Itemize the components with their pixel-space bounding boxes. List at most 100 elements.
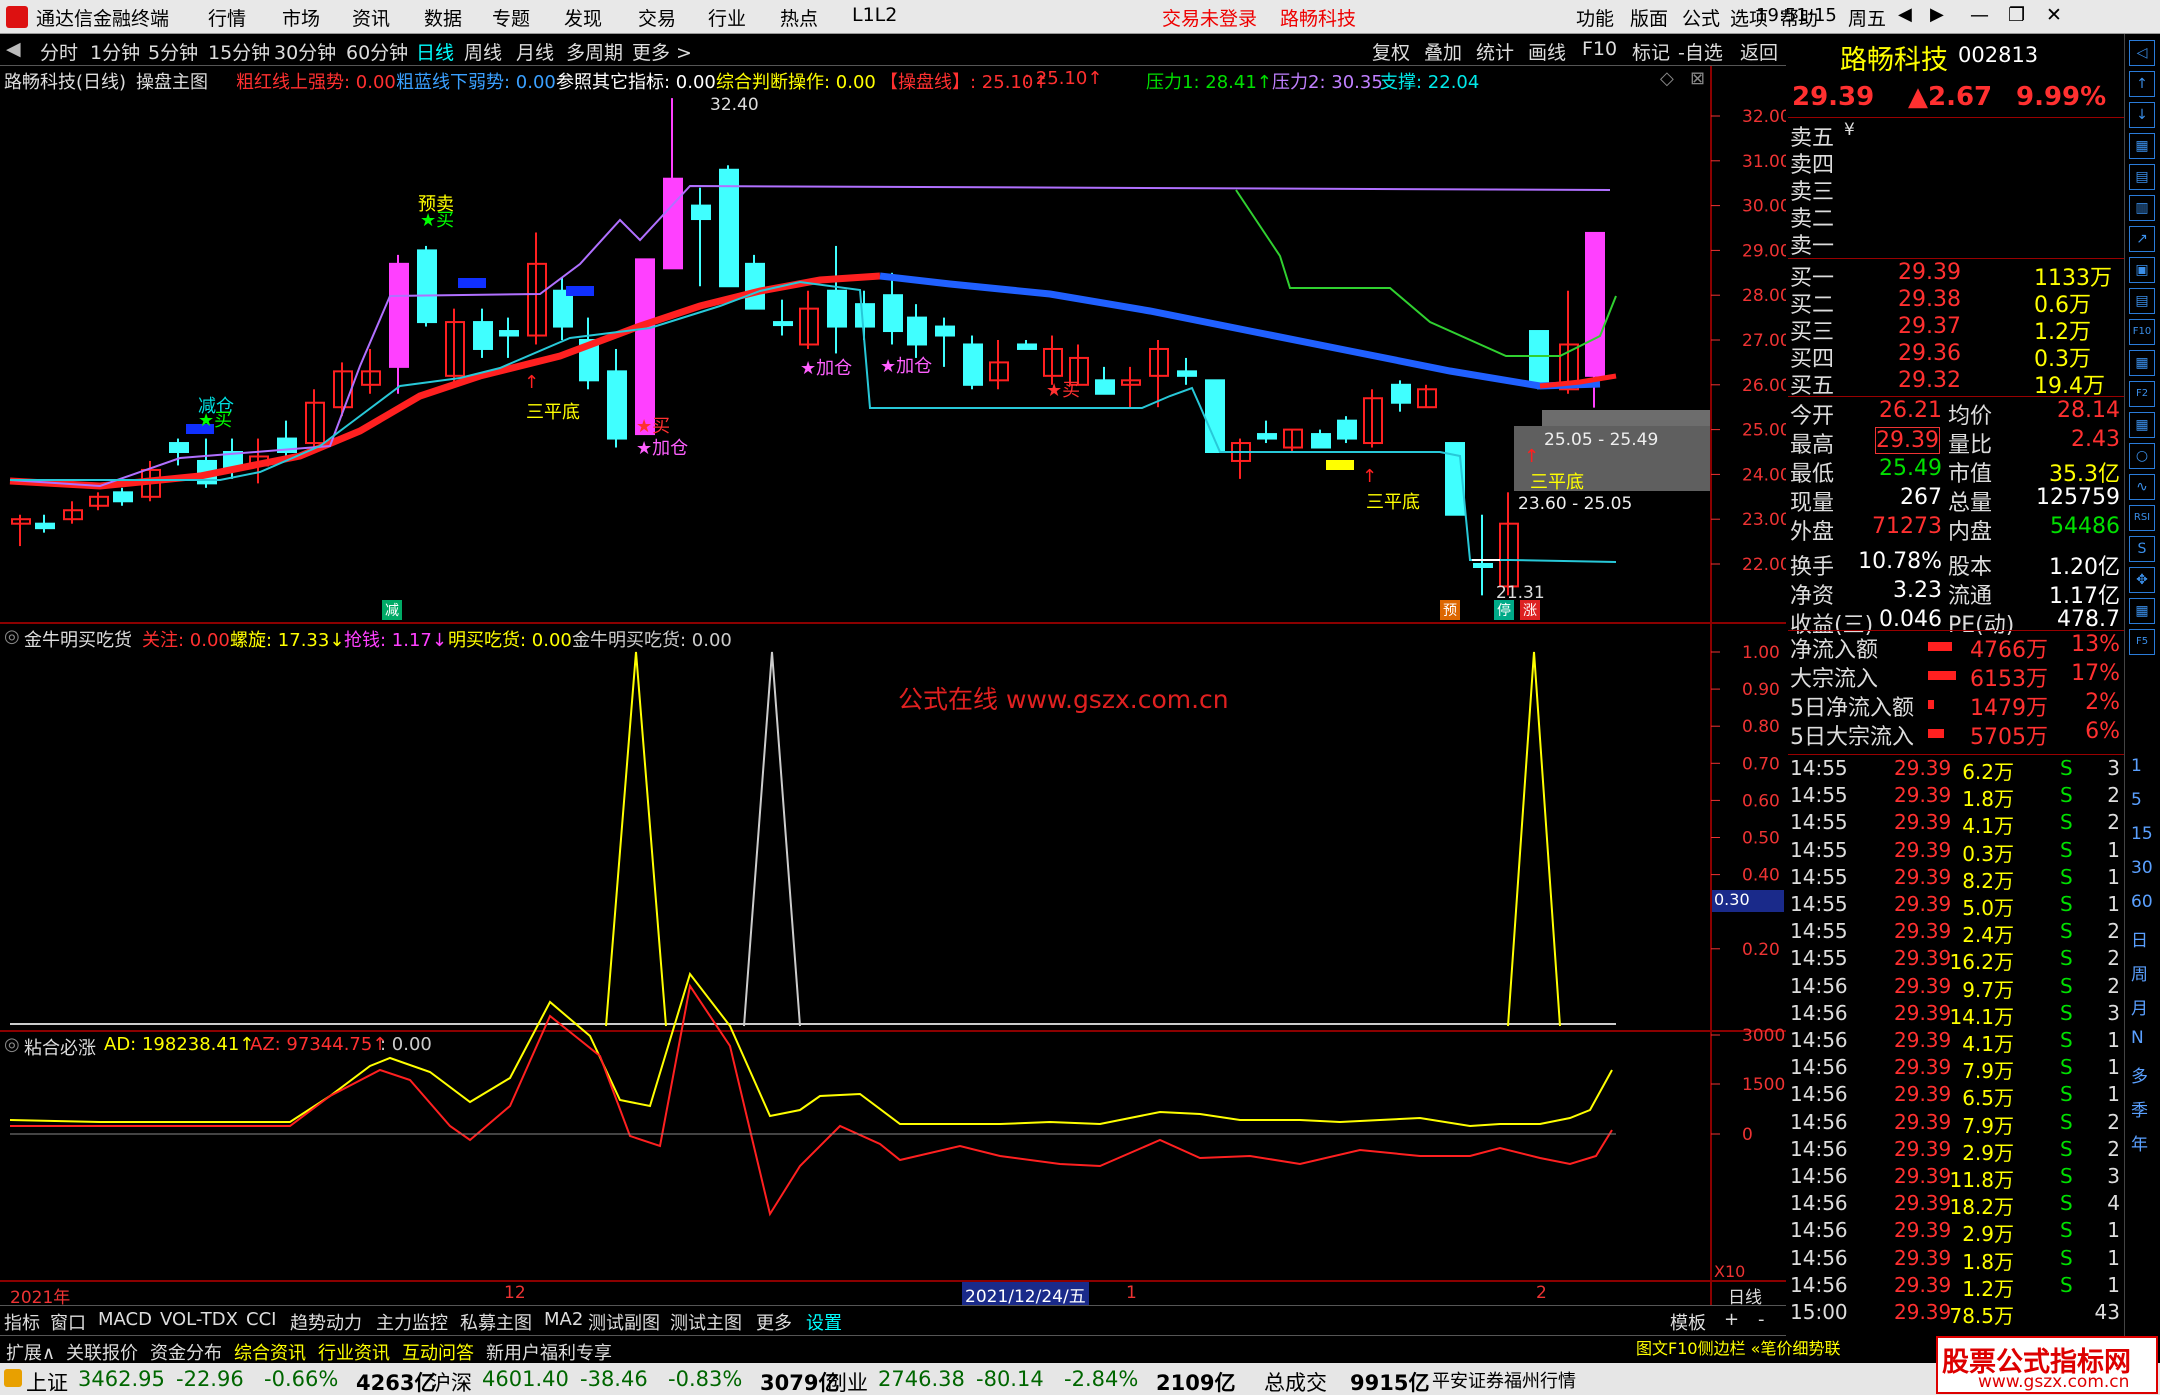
board-icon[interactable]: ▦ <box>2129 350 2155 376</box>
indicator-tab-11[interactable]: 更多 <box>756 1309 792 1335</box>
menu-8[interactable]: 热点 <box>780 4 818 31</box>
nav-forward-icon[interactable]: ▶ <box>1930 4 1944 25</box>
back-icon[interactable]: ◁ <box>2129 40 2155 66</box>
ext-tab-5[interactable]: 互动问答 <box>402 1339 474 1365</box>
menu-7[interactable]: 行业 <box>708 4 746 31</box>
tool-6[interactable]: -自选 <box>1678 38 1723 65</box>
indicator-tab-6[interactable]: 主力监控 <box>376 1309 448 1335</box>
indicator-tab-1[interactable]: 窗口 <box>50 1309 86 1335</box>
trade-login-notice[interactable]: 交易未登录 <box>1162 4 1257 31</box>
down-icon[interactable]: ↓ <box>2129 102 2155 128</box>
ext-tab-1[interactable]: 关联报价 <box>66 1339 138 1365</box>
f2-icon[interactable]: F2 <box>2129 381 2155 407</box>
indicator-tab-5[interactable]: 趋势动力 <box>290 1309 362 1335</box>
box-icon[interactable]: ▣ <box>2129 257 2155 283</box>
indicator-toggle-icon[interactable]: ◎ <box>4 1034 20 1055</box>
period-tab-6[interactable]: 日线 <box>416 38 454 65</box>
ext-tab-6[interactable]: 新用户福利专享 <box>486 1339 612 1365</box>
diamond-icon[interactable]: ◇ <box>1660 68 1674 89</box>
close-panel-icon[interactable]: ⊠ <box>1690 68 1705 89</box>
tool-0[interactable]: 复权 <box>1372 38 1410 65</box>
move-icon[interactable]: ✥ <box>2129 567 2155 593</box>
menu-1[interactable]: 市场 <box>282 4 320 31</box>
tab-control-0[interactable]: 模板 <box>1670 1309 1706 1335</box>
ext-tab-4[interactable]: 行业资讯 <box>318 1339 390 1365</box>
indicator-toggle-icon[interactable]: ◎ <box>4 626 20 647</box>
menu-0[interactable]: 行情 <box>208 4 246 31</box>
table-icon[interactable]: ▥ <box>2129 195 2155 221</box>
ext-right-1[interactable]: 侧边栏 « <box>1698 1339 1761 1358</box>
nav-back-icon[interactable]: ◀ <box>1898 4 1912 25</box>
main-formula-name[interactable]: 操盘主图 <box>136 68 208 94</box>
up-icon[interactable]: ↑ <box>2129 71 2155 97</box>
chart-icon[interactable]: ▦ <box>2129 412 2155 438</box>
period-shortcut-7[interactable]: 月 <box>2131 994 2148 1019</box>
period-tab-5[interactable]: 60分钟 <box>346 38 408 65</box>
list-icon[interactable]: ▤ <box>2129 164 2155 190</box>
right-menu-1[interactable]: 版面 <box>1630 4 1668 31</box>
indicator-tab-12[interactable]: 设置 <box>806 1309 842 1335</box>
tool-1[interactable]: 叠加 <box>1424 38 1462 65</box>
period-shortcut-6[interactable]: 周 <box>2131 960 2148 985</box>
period-tab-8[interactable]: 月线 <box>516 38 554 65</box>
ext-right-4[interactable]: 细 <box>1793 1339 1809 1358</box>
period-tab-1[interactable]: 1分钟 <box>90 38 140 65</box>
page-icon[interactable]: ▤ <box>2129 288 2155 314</box>
ext-tab-2[interactable]: 资金分布 <box>150 1339 222 1365</box>
ext-right-2[interactable]: 笔 <box>1760 1339 1776 1358</box>
period-shortcut-9[interactable]: 多 <box>2131 1062 2148 1087</box>
tool-4[interactable]: F10 <box>1582 38 1617 60</box>
ext-right-5[interactable]: 势 <box>1809 1339 1825 1358</box>
period-tab-4[interactable]: 30分钟 <box>274 38 336 65</box>
period-tab-10[interactable]: 更多 > <box>632 38 692 65</box>
period-shortcut-8[interactable]: N <box>2131 1028 2144 1048</box>
tab-control-1[interactable]: + <box>1724 1309 1739 1330</box>
close-icon[interactable]: ✕ <box>2046 4 2062 26</box>
ext-right-6[interactable]: 联 <box>1825 1339 1841 1358</box>
period-shortcut-4[interactable]: 60 <box>2131 892 2153 912</box>
sub1-title[interactable]: 金牛明买吃货 <box>24 626 132 652</box>
tab-control-2[interactable]: - <box>1758 1309 1765 1330</box>
period-tab-3[interactable]: 15分钟 <box>208 38 270 65</box>
period-shortcut-2[interactable]: 15 <box>2131 824 2153 844</box>
tool-5[interactable]: 标记 <box>1632 38 1670 65</box>
period-tab-9[interactable]: 多周期 <box>566 38 623 65</box>
s-icon[interactable]: S <box>2129 536 2155 562</box>
ext-right-0[interactable]: 图文F10 <box>1636 1339 1698 1358</box>
indicator-tab-10[interactable]: 测试主图 <box>670 1309 742 1335</box>
market-icon[interactable] <box>4 1369 22 1387</box>
indicator-tab-0[interactable]: 指标 <box>4 1309 40 1335</box>
tool-3[interactable]: 画线 <box>1528 38 1566 65</box>
menu-2[interactable]: 资讯 <box>352 4 390 31</box>
period-shortcut-10[interactable]: 季 <box>2131 1096 2148 1121</box>
menu-3[interactable]: 数据 <box>424 4 462 31</box>
period-shortcut-5[interactable]: 日 <box>2131 926 2148 951</box>
wave-icon[interactable]: ∿ <box>2129 474 2155 500</box>
indicator-tab-3[interactable]: VOL-TDX <box>160 1309 238 1330</box>
rsi-icon[interactable]: RSI <box>2129 505 2155 531</box>
ext-tab-3[interactable]: 综合资讯 <box>234 1339 306 1365</box>
period-tab-7[interactable]: 周线 <box>464 38 502 65</box>
indicator-tab-8[interactable]: MA2 <box>544 1309 583 1330</box>
period-shortcut-0[interactable]: 1 <box>2131 756 2142 776</box>
sub2-title[interactable]: 粘合必涨 <box>24 1034 96 1060</box>
period-shortcut-1[interactable]: 5 <box>2131 790 2142 810</box>
period-shortcut-3[interactable]: 30 <box>2131 858 2153 878</box>
kline-chart-area[interactable]: 32.00 31.00 30.00 29.00 28.00 27.00 26.00 25.00… <box>0 66 1786 1305</box>
menu-5[interactable]: 发现 <box>564 4 602 31</box>
indicator-tab-7[interactable]: 私募主图 <box>460 1309 532 1335</box>
period-shortcut-11[interactable]: 年 <box>2131 1130 2148 1155</box>
menu-9[interactable]: L1L2 <box>852 4 897 26</box>
minimize-icon[interactable]: — <box>1970 4 1989 26</box>
ext-tab-0[interactable]: 扩展∧ <box>6 1339 55 1365</box>
indicator-tab-9[interactable]: 测试副图 <box>588 1309 660 1335</box>
ext-right-3[interactable]: 价 <box>1776 1339 1792 1358</box>
menu-4[interactable]: 专题 <box>492 4 530 31</box>
tool-7[interactable]: 返回 <box>1740 38 1778 65</box>
f5-icon[interactable]: F5 <box>2129 629 2155 655</box>
right-menu-0[interactable]: 功能 <box>1576 4 1614 31</box>
grid-icon[interactable]: ▦ <box>2129 133 2155 159</box>
f10-icon[interactable]: F10 <box>2129 319 2155 345</box>
trend-icon[interactable]: ↗ <box>2129 226 2155 252</box>
right-menu-2[interactable]: 公式 <box>1682 4 1720 31</box>
